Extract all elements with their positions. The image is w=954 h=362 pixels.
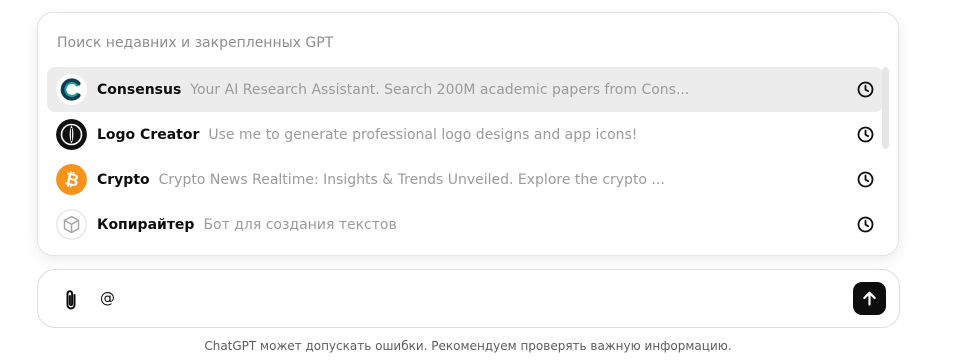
clock-icon — [856, 170, 875, 189]
message-input[interactable]: @ — [100, 289, 115, 307]
send-button[interactable] — [853, 282, 886, 315]
clock-icon — [856, 80, 875, 99]
bitcoin-icon: ₿ — [56, 164, 87, 195]
gpt-item-copywriter[interactable]: Копирайтер Бот для создания текстов — [47, 202, 883, 247]
clock-icon — [856, 125, 875, 144]
arrow-up-icon — [863, 291, 876, 306]
gpt-item-description: Your AI Research Assistant. Search 200M … — [190, 81, 690, 98]
consensus-logo-icon — [56, 74, 87, 105]
gpt-item-name: Копирайтер — [97, 216, 195, 233]
popup-scrollbar[interactable] — [882, 67, 889, 149]
disclaimer-text: ChatGPT может допускать ошибки. Рекоменд… — [204, 339, 732, 353]
gpt-item-text: Logo Creator Use me to generate professi… — [97, 112, 831, 157]
paperclip-icon[interactable] — [60, 288, 82, 312]
gpt-item-text: Crypto Crypto News Realtime: Insights & … — [97, 157, 831, 202]
gpt-item-description: Use me to generate professional logo des… — [208, 126, 638, 143]
clock-icon — [856, 215, 875, 234]
gpt-item-text: Consensus Your AI Research Assistant. Se… — [97, 67, 831, 112]
gpt-item-description: Crypto News Realtime: Insights & Trends … — [158, 171, 665, 188]
cube-icon — [56, 209, 87, 240]
gpt-item-logo-creator[interactable]: Logo Creator Use me to generate professi… — [47, 112, 883, 157]
logo-creator-icon — [56, 119, 87, 150]
message-composer: @ — [37, 269, 900, 328]
gpt-item-text: Копирайтер Бот для создания текстов — [97, 202, 831, 247]
gpt-item-crypto[interactable]: ₿ Crypto Crypto News Realtime: Insights … — [47, 157, 883, 202]
gpt-item-consensus[interactable]: Consensus Your AI Research Assistant. Se… — [47, 67, 883, 112]
popup-header: Поиск недавних и закрепленных GPT — [57, 35, 334, 51]
gpt-mention-popup: Поиск недавних и закрепленных GPT Consen… — [37, 12, 899, 256]
gpt-item-name: Crypto — [97, 171, 150, 188]
chat-page: Поиск недавних и закрепленных GPT Consen… — [0, 0, 954, 362]
gpt-item-name: Consensus — [97, 81, 182, 98]
gpt-item-description: Бот для создания текстов — [203, 216, 397, 233]
gpt-list: Consensus Your AI Research Assistant. Se… — [47, 67, 883, 247]
gpt-item-name: Logo Creator — [97, 126, 200, 143]
